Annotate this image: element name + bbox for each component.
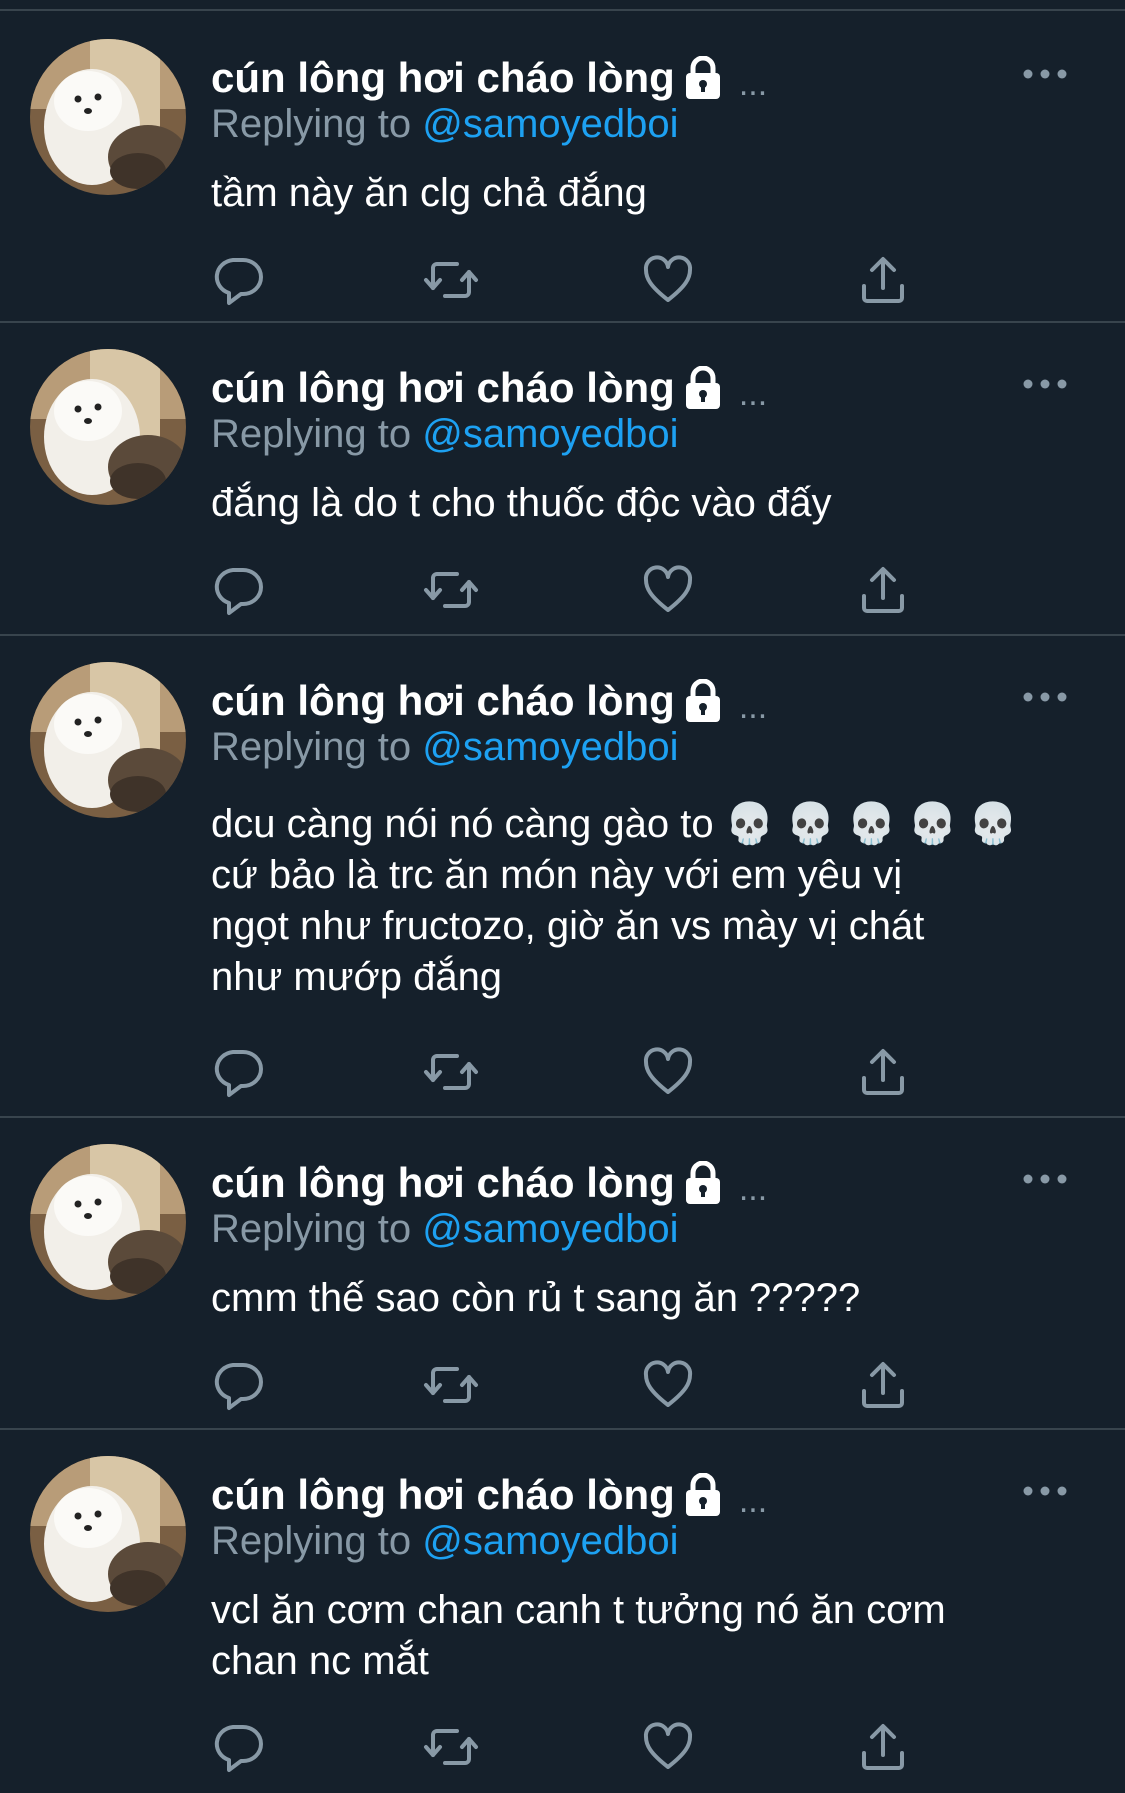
share-icon[interactable]	[855, 562, 911, 618]
truncated-handle: ...	[738, 1481, 768, 1520]
top-divider	[0, 0, 1125, 11]
share-icon[interactable]	[855, 1357, 911, 1413]
reply-prefix: Replying to	[211, 102, 412, 146]
tweet-feed: cún lông hơi cháo lòng ... Replying to @…	[0, 0, 1125, 1793]
more-icon[interactable]	[1022, 1484, 1068, 1498]
display-name[interactable]: cún lông hơi cháo lòng	[211, 54, 675, 102]
reply-context: Replying to @samoyedboi	[211, 1519, 679, 1564]
reply-prefix: Replying to	[211, 1519, 412, 1563]
more-icon[interactable]	[1022, 690, 1068, 704]
reply-context: Replying to @samoyedboi	[211, 1207, 679, 1252]
display-name[interactable]: cún lông hơi cháo lòng	[211, 364, 675, 412]
action-bar	[0, 252, 1125, 312]
heart-icon[interactable]	[640, 252, 696, 308]
author-row: cún lông hơi cháo lòng ...	[211, 360, 767, 416]
truncated-handle: ...	[738, 687, 768, 726]
display-name[interactable]: cún lông hơi cháo lòng	[211, 1471, 675, 1519]
tweet[interactable]: cún lông hơi cháo lòng ... Replying to @…	[0, 1430, 1125, 1793]
heart-icon[interactable]	[640, 1044, 696, 1100]
more-icon[interactable]	[1022, 1172, 1068, 1186]
reply-icon[interactable]	[209, 252, 265, 308]
reply-icon[interactable]	[209, 1357, 265, 1413]
reply-handle-link[interactable]: @samoyedboi	[422, 1207, 678, 1251]
share-icon[interactable]	[855, 252, 911, 308]
heart-icon[interactable]	[640, 1719, 696, 1775]
reply-handle-link[interactable]: @samoyedboi	[422, 1519, 678, 1563]
avatar[interactable]	[30, 39, 186, 195]
tweet[interactable]: cún lông hơi cháo lòng ... Replying to @…	[0, 323, 1125, 636]
tweet-text: dcu càng nói nó càng gào to 💀 💀 💀 💀 💀 cứ…	[211, 802, 1019, 999]
retweet-icon[interactable]	[423, 1357, 479, 1413]
tweet-text: cmm thế sao còn rủ t sang ăn ?????	[211, 1276, 861, 1320]
author-row: cún lông hơi cháo lòng ...	[211, 1467, 767, 1523]
reply-context: Replying to @samoyedboi	[211, 102, 679, 147]
tweet-text: vcl ăn cơm chan canh t tưởng nó ăn cơm c…	[211, 1588, 946, 1683]
retweet-icon[interactable]	[423, 562, 479, 618]
avatar[interactable]	[30, 1144, 186, 1300]
lock-icon	[683, 1161, 723, 1205]
tweet[interactable]: cún lông hơi cháo lòng ... Replying to @…	[0, 1118, 1125, 1430]
truncated-handle: ...	[738, 64, 768, 103]
action-bar	[0, 562, 1125, 622]
retweet-icon[interactable]	[423, 1719, 479, 1775]
action-bar	[0, 1357, 1125, 1417]
action-bar	[0, 1044, 1125, 1104]
tweet-text: đắng là do t cho thuốc độc vào đấy	[211, 481, 832, 525]
retweet-icon[interactable]	[423, 252, 479, 308]
share-icon[interactable]	[855, 1719, 911, 1775]
heart-icon[interactable]	[640, 1357, 696, 1413]
avatar[interactable]	[30, 349, 186, 505]
lock-icon	[683, 1473, 723, 1517]
reply-icon[interactable]	[209, 562, 265, 618]
reply-prefix: Replying to	[211, 725, 412, 769]
reply-icon[interactable]	[209, 1719, 265, 1775]
action-bar	[0, 1719, 1125, 1779]
truncated-handle: ...	[738, 1169, 768, 1208]
reply-prefix: Replying to	[211, 1207, 412, 1251]
more-icon[interactable]	[1022, 67, 1068, 81]
lock-icon	[683, 366, 723, 410]
retweet-icon[interactable]	[423, 1044, 479, 1100]
tweet[interactable]: cún lông hơi cháo lòng ... Replying to @…	[0, 13, 1125, 323]
reply-handle-link[interactable]: @samoyedboi	[422, 725, 678, 769]
reply-handle-link[interactable]: @samoyedboi	[422, 102, 678, 146]
share-icon[interactable]	[855, 1044, 911, 1100]
truncated-handle: ...	[738, 374, 768, 413]
reply-icon[interactable]	[209, 1044, 265, 1100]
avatar[interactable]	[30, 662, 186, 818]
reply-context: Replying to @samoyedboi	[211, 412, 679, 457]
author-row: cún lông hơi cháo lòng ...	[211, 50, 767, 106]
reply-context: Replying to @samoyedboi	[211, 725, 679, 770]
reply-handle-link[interactable]: @samoyedboi	[422, 412, 678, 456]
lock-icon	[683, 56, 723, 100]
display-name[interactable]: cún lông hơi cháo lòng	[211, 677, 675, 725]
avatar[interactable]	[30, 1456, 186, 1612]
author-row: cún lông hơi cháo lòng ...	[211, 673, 767, 729]
display-name[interactable]: cún lông hơi cháo lòng	[211, 1159, 675, 1207]
tweet[interactable]: cún lông hơi cháo lòng ... Replying to @…	[0, 636, 1125, 1118]
tweet-text: tầm này ăn clg chả đắng	[211, 171, 647, 215]
reply-prefix: Replying to	[211, 412, 412, 456]
more-icon[interactable]	[1022, 377, 1068, 391]
lock-icon	[683, 679, 723, 723]
heart-icon[interactable]	[640, 562, 696, 618]
author-row: cún lông hơi cháo lòng ...	[211, 1155, 767, 1211]
